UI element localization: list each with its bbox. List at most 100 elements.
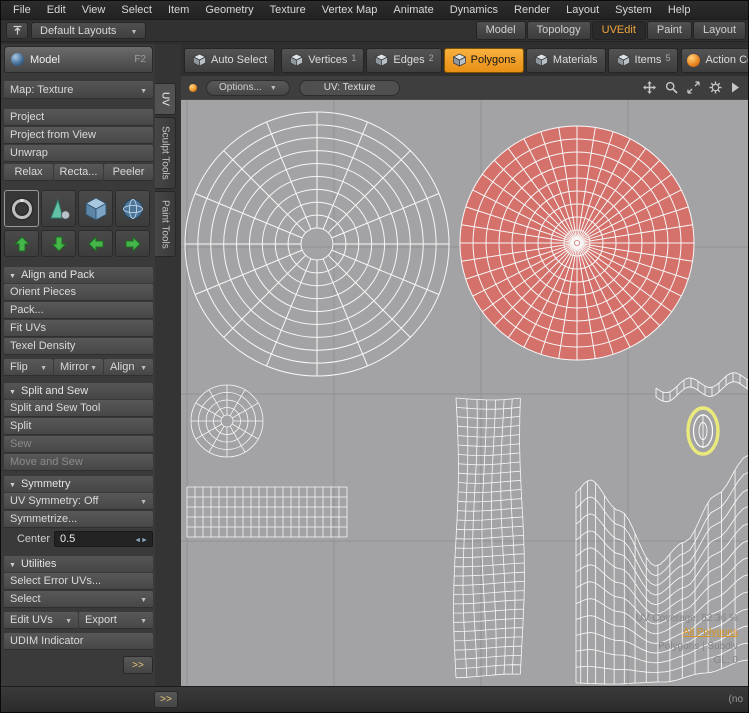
layout-tab-layout[interactable]: Layout bbox=[693, 21, 746, 40]
layout-tabs: ModelTopologyUVEditPaintLayout bbox=[476, 21, 746, 40]
scrub-arrows-icon[interactable] bbox=[134, 533, 147, 545]
layout-tab-paint[interactable]: Paint bbox=[647, 21, 692, 40]
mode-button-materials[interactable]: Materials bbox=[526, 48, 606, 73]
menu-item-select[interactable]: Select bbox=[113, 2, 160, 18]
udim-indicator-button[interactable]: UDIM Indicator bbox=[4, 633, 153, 650]
button-split-and-sew-tool[interactable]: Split and Sew Tool bbox=[4, 400, 153, 417]
mode-button-edges[interactable]: Edges2 bbox=[366, 48, 441, 73]
mode-label: Edges bbox=[393, 54, 424, 66]
uv-viewport[interactable]: UV Coverage: 52.36 % All Polygons Polygo… bbox=[181, 100, 748, 686]
layout-tab-topology[interactable]: Topology bbox=[527, 21, 591, 40]
menu-item-dynamics[interactable]: Dynamics bbox=[442, 2, 506, 18]
section-align-and-pack[interactable]: Align and Pack bbox=[4, 267, 153, 283]
nudge-right-button[interactable] bbox=[115, 230, 150, 257]
menu-item-item[interactable]: Item bbox=[160, 2, 197, 18]
collapse-triangle-icon bbox=[9, 558, 16, 570]
symmetrize-button[interactable]: Symmetrize... bbox=[4, 511, 153, 528]
uv-symmetry-dropdown[interactable]: UV Symmetry: Off bbox=[4, 493, 153, 510]
edges-cube-icon bbox=[374, 53, 389, 67]
menu-bar: FileEditViewSelectItemGeometryTextureVer… bbox=[1, 1, 748, 20]
export-dropdown[interactable]: Export bbox=[79, 612, 153, 629]
selection-scope-text[interactable]: All Polygons bbox=[636, 626, 738, 640]
gear-icon[interactable] bbox=[709, 81, 722, 94]
chevron-down-icon bbox=[140, 495, 147, 507]
side-tab-uv[interactable]: UV bbox=[155, 83, 176, 115]
status-expand-button[interactable]: >> bbox=[154, 691, 178, 708]
nudge-left-button[interactable] bbox=[78, 230, 113, 257]
section-symmetry[interactable]: Symmetry bbox=[4, 476, 153, 492]
button-sew: Sew bbox=[4, 436, 153, 453]
mode-button-polygons[interactable]: Polygons bbox=[444, 48, 524, 73]
button-project[interactable]: Project bbox=[4, 109, 153, 126]
mode-button-vertices[interactable]: Vertices1 bbox=[281, 48, 364, 73]
zoom-icon[interactable] bbox=[665, 81, 678, 94]
button-split[interactable]: Split bbox=[4, 418, 153, 435]
options-button[interactable]: Options... bbox=[206, 80, 290, 96]
split-stack: Split and Sew ToolSplitSewMove and Sew bbox=[4, 399, 153, 471]
section-title: Symmetry bbox=[21, 478, 71, 490]
align-stack: Orient PiecesPack...Fit UVsTexel Density bbox=[4, 283, 153, 355]
cube-projection-icon bbox=[83, 196, 109, 222]
arrow-row bbox=[4, 230, 153, 257]
center-input[interactable]: 0.5 bbox=[54, 531, 153, 547]
button-pack[interactable]: Pack... bbox=[4, 302, 153, 319]
udim-stack: UDIM Indicator bbox=[4, 632, 153, 650]
layout-switcher-dropdown[interactable]: Default Layouts bbox=[31, 22, 146, 39]
dropdown-mirror[interactable]: Mirror bbox=[54, 359, 103, 376]
application-window: FileEditViewSelectItemGeometryTextureVer… bbox=[0, 0, 749, 713]
polygon-mode-text: Polygons | Subdiv bbox=[636, 640, 738, 654]
peeler-tool-icon bbox=[46, 196, 72, 222]
edit-uvs-dropdown[interactable]: Edit UVs bbox=[4, 612, 78, 629]
button-fit-uvs[interactable]: Fit UVs bbox=[4, 320, 153, 337]
map-dropdown[interactable]: Map: Texture bbox=[4, 81, 153, 99]
uv-peeler-tool-button[interactable] bbox=[41, 190, 76, 227]
button-project-from-view[interactable]: Project from View bbox=[4, 127, 153, 144]
select-dropdown[interactable]: Select bbox=[4, 591, 153, 608]
panel-header[interactable]: Model F2 bbox=[4, 46, 153, 73]
side-tab-sculpt-tools[interactable]: Sculpt Tools bbox=[155, 117, 176, 189]
layout-up-button[interactable] bbox=[6, 22, 28, 39]
uv-transform-ring-tool-button[interactable] bbox=[4, 190, 39, 227]
viewport-title: UV: Texture bbox=[299, 80, 401, 96]
menu-item-vertex-map[interactable]: Vertex Map bbox=[314, 2, 386, 18]
menubar-items: FileEditViewSelectItemGeometryTextureVer… bbox=[5, 2, 698, 18]
menu-item-system[interactable]: System bbox=[607, 2, 660, 18]
menu-item-layout[interactable]: Layout bbox=[558, 2, 607, 18]
menu-item-file[interactable]: File bbox=[5, 2, 39, 18]
dropdown-flip[interactable]: Flip bbox=[4, 359, 53, 376]
spherical-projection-tool-button[interactable] bbox=[115, 190, 150, 227]
button-relax[interactable]: Relax bbox=[4, 164, 53, 181]
auto-select-button[interactable]: Auto Select bbox=[184, 48, 275, 73]
button-recta[interactable]: Recta... bbox=[54, 164, 103, 181]
cube-projection-tool-button[interactable] bbox=[78, 190, 113, 227]
menu-item-animate[interactable]: Animate bbox=[385, 2, 441, 18]
side-strip: UVSculpt ToolsPaint Tools bbox=[155, 44, 181, 686]
button-orient-pieces[interactable]: Orient Pieces bbox=[4, 284, 153, 301]
nudge-down-button[interactable] bbox=[41, 230, 76, 257]
layout-tab-model[interactable]: Model bbox=[476, 21, 526, 40]
menu-item-texture[interactable]: Texture bbox=[262, 2, 314, 18]
pan-icon[interactable] bbox=[643, 81, 656, 94]
menu-item-edit[interactable]: Edit bbox=[39, 2, 74, 18]
menu-item-help[interactable]: Help bbox=[660, 2, 699, 18]
maximize-icon[interactable] bbox=[687, 81, 700, 94]
menu-item-view[interactable]: View bbox=[74, 2, 114, 18]
status-bar: >> (no bbox=[1, 686, 748, 712]
nudge-up-button[interactable] bbox=[4, 230, 39, 257]
menu-item-render[interactable]: Render bbox=[506, 2, 558, 18]
button-unwrap[interactable]: Unwrap bbox=[4, 145, 153, 162]
panel-title: Model bbox=[30, 54, 128, 66]
mode-button-items[interactable]: Items5 bbox=[608, 48, 679, 73]
section-utilities[interactable]: Utilities bbox=[4, 556, 153, 572]
dropdown-align[interactable]: Align bbox=[104, 359, 153, 376]
play-icon[interactable] bbox=[731, 82, 740, 93]
menu-item-geometry[interactable]: Geometry bbox=[197, 2, 261, 18]
side-tab-paint-tools[interactable]: Paint Tools bbox=[155, 191, 176, 258]
layout-tab-uvedit[interactable]: UVEdit bbox=[592, 21, 646, 40]
select-error-uvs-button[interactable]: Select Error UVs... bbox=[4, 573, 153, 590]
action-center-button[interactable]: Action Cen bbox=[681, 48, 748, 73]
panel-expand-button[interactable]: >> bbox=[123, 656, 153, 674]
button-texel-density[interactable]: Texel Density bbox=[4, 338, 153, 355]
section-split-and-sew[interactable]: Split and Sew bbox=[4, 383, 153, 399]
button-peeler[interactable]: Peeler bbox=[104, 164, 153, 181]
